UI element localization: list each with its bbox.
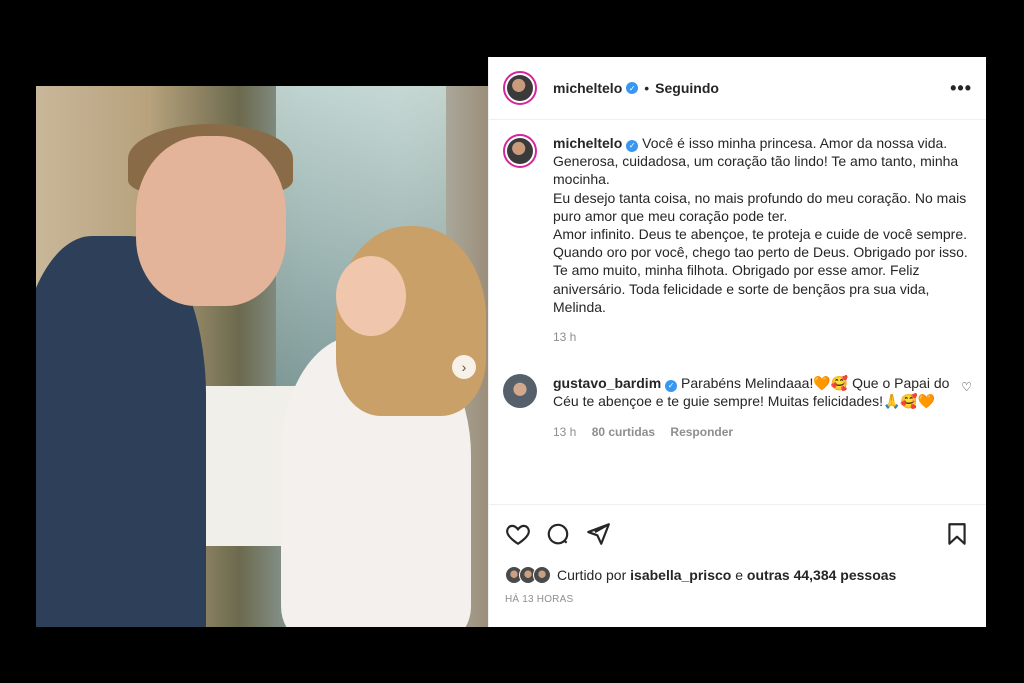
reply-button[interactable]: Responder: [670, 425, 733, 439]
caption-username[interactable]: micheltelo: [553, 135, 622, 151]
verified-icon: ✓: [626, 140, 639, 153]
likes-prefix: Curtido por: [557, 567, 627, 583]
following-button[interactable]: Seguindo: [655, 80, 719, 96]
author-username[interactable]: micheltelo: [553, 80, 622, 96]
girl-face: [336, 256, 406, 336]
caption-line-4: Quando oro por você, chego tao perto de …: [553, 244, 968, 315]
author-avatar[interactable]: [503, 71, 537, 105]
post-photo: ›: [36, 57, 488, 627]
caption-avatar[interactable]: [503, 134, 537, 168]
verified-icon: ✓: [665, 380, 678, 393]
share-icon[interactable]: [585, 521, 611, 547]
caption-entry: micheltelo ✓ Você é isso minha princesa. …: [503, 134, 972, 346]
comments-section: micheltelo ✓ Você é isso minha princesa. …: [489, 120, 986, 504]
caption-time[interactable]: 13 h: [553, 330, 576, 344]
man-head: [136, 136, 286, 306]
bookmark-icon[interactable]: [944, 521, 970, 547]
commenter-username[interactable]: gustavo_bardim: [553, 375, 661, 391]
post-header: micheltelo ✓ • Seguindo •••: [489, 57, 986, 120]
instagram-post-dialog: › micheltelo ✓ • Seguindo ••• micheltelo…: [36, 57, 986, 627]
separator-dot: •: [644, 80, 650, 96]
photo-scene: [36, 86, 488, 627]
commenter-avatar[interactable]: [503, 374, 537, 409]
likes-others[interactable]: outras 44,384 pessoas: [747, 567, 896, 583]
carousel-next-button[interactable]: ›: [452, 355, 476, 379]
comment-likes[interactable]: 80 curtidas: [592, 425, 655, 439]
comment-item: gustavo_bardim ✓ Parabéns Melindaaa!🧡🥰 Qu…: [503, 374, 972, 441]
chevron-right-icon: ›: [461, 359, 467, 375]
likes-summary: Curtido por isabella_prisco e outras 44,…: [489, 562, 986, 588]
comment-icon[interactable]: [545, 521, 571, 547]
photo-top-bar: [36, 57, 488, 86]
caption-line-2: Eu desejo tanta coisa, no mais profundo …: [553, 189, 967, 224]
comment-time[interactable]: 13 h: [553, 425, 576, 439]
post-timestamp[interactable]: HÁ 13 HORAS: [489, 588, 986, 605]
comment-like-heart-icon[interactable]: ♡: [961, 380, 972, 441]
post-side-panel: micheltelo ✓ • Seguindo ••• micheltelo ✓ …: [488, 57, 986, 627]
post-actions: [489, 504, 986, 562]
caption-line-3: Amor infinito. Deus te abençoe, te prote…: [553, 226, 968, 243]
verified-icon: ✓: [626, 82, 639, 94]
liker-username[interactable]: isabella_prisco: [630, 567, 731, 583]
likes-middle: e: [735, 567, 744, 583]
liker-avatars[interactable]: [505, 566, 551, 584]
heart-icon[interactable]: [505, 521, 531, 547]
more-options-icon[interactable]: •••: [950, 78, 972, 99]
